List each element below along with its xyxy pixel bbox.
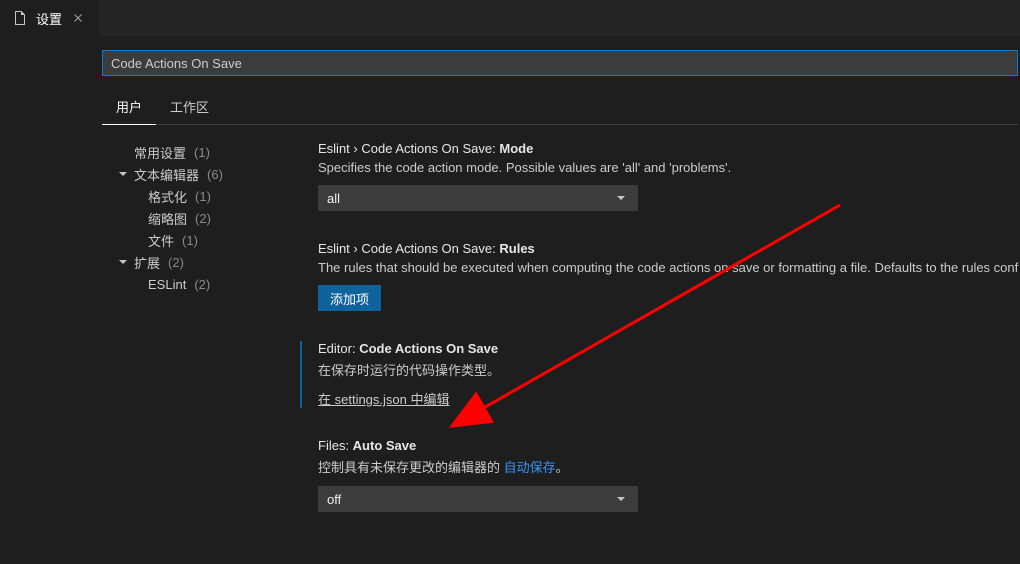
sidebar-item-label: 文件: [148, 231, 174, 250]
sidebar-item-label: 常用设置: [134, 143, 186, 162]
sidebar-item-label: 缩略图: [148, 209, 187, 228]
setting-name: Mode: [499, 141, 533, 156]
settings-search-input[interactable]: [102, 50, 1018, 76]
desc-text: 控制具有未保存更改的编辑器的: [318, 460, 504, 475]
select-eslint-mode[interactable]: all: [318, 185, 638, 211]
edit-in-settings-json-link[interactable]: 在 settings.json 中编辑: [318, 392, 450, 407]
setting-editor-code-actions: Editor: Code Actions On Save 在保存时运行的代码操作…: [318, 341, 1020, 408]
tab-bar-space: [99, 0, 1020, 36]
chevron-down-icon: [116, 168, 130, 180]
setting-title: Eslint › Code Actions On Save: Rules: [318, 241, 1020, 256]
close-icon[interactable]: [70, 10, 86, 26]
sidebar-item-count: (2): [168, 255, 184, 270]
file-icon: [12, 10, 28, 26]
select-value: all: [327, 191, 340, 206]
scope-tabs: 用户 工作区: [102, 90, 1018, 125]
sidebar-item-count: (1): [194, 145, 210, 160]
sidebar-item-text-editor[interactable]: 文本编辑器 (6): [102, 163, 284, 185]
sidebar-item-label: 扩展: [134, 253, 160, 272]
tab-settings[interactable]: 设置: [0, 0, 99, 36]
setting-scope: Editor:: [318, 341, 359, 356]
sidebar-item-count: (2): [195, 211, 211, 226]
sidebar-item-count: (2): [194, 277, 210, 292]
setting-scope: Eslint › Code Actions On Save:: [318, 241, 499, 256]
sidebar-item-label: ESLint: [148, 277, 186, 292]
setting-name: Auto Save: [353, 438, 417, 453]
sidebar-item-count: (6): [207, 167, 223, 182]
select-value: off: [327, 492, 341, 507]
select-auto-save[interactable]: off: [318, 486, 638, 512]
add-item-button[interactable]: 添加项: [318, 285, 381, 311]
setting-title: Eslint › Code Actions On Save: Mode: [318, 141, 1020, 156]
scope-tab-workspace[interactable]: 工作区: [156, 91, 223, 125]
chevron-down-icon: [116, 256, 130, 268]
setting-description: Specifies the code action mode. Possible…: [318, 160, 1020, 175]
setting-eslint-rules: Eslint › Code Actions On Save: Rules The…: [318, 241, 1020, 311]
setting-scope: Files:: [318, 438, 353, 453]
setting-name: Rules: [499, 241, 534, 256]
sidebar-item-formatting[interactable]: 格式化 (1): [102, 185, 284, 207]
setting-files-auto-save: Files: Auto Save 控制具有未保存更改的编辑器的 自动保存。 of…: [318, 438, 1020, 512]
chevron-down-icon: [613, 491, 629, 507]
modified-indicator: [300, 341, 302, 408]
sidebar-item-count: (1): [195, 189, 211, 204]
sidebar-item-common[interactable]: 常用设置 (1): [102, 141, 284, 163]
setting-description: The rules that should be executed when c…: [318, 260, 1020, 275]
setting-description: 控制具有未保存更改的编辑器的 自动保存。: [318, 457, 1020, 476]
desc-text: 。: [556, 460, 569, 475]
setting-description: 在保存时运行的代码操作类型。: [318, 360, 1020, 379]
sidebar-item-files[interactable]: 文件 (1): [102, 229, 284, 251]
tab-label: 设置: [36, 9, 62, 28]
sidebar-item-eslint[interactable]: ESLint (2): [102, 273, 284, 295]
auto-save-link[interactable]: 自动保存: [504, 460, 556, 475]
chevron-down-icon: [613, 190, 629, 206]
sidebar-item-extensions[interactable]: 扩展 (2): [102, 251, 284, 273]
setting-eslint-mode: Eslint › Code Actions On Save: Mode Spec…: [318, 141, 1020, 211]
setting-name: Code Actions On Save: [359, 341, 498, 356]
setting-scope: Eslint › Code Actions On Save:: [318, 141, 499, 156]
sidebar-item-minimap[interactable]: 缩略图 (2): [102, 207, 284, 229]
settings-sidebar: 常用设置 (1) 文本编辑器 (6) 格式化 (1) 缩略图 (2) 文件 (1…: [0, 141, 284, 564]
sidebar-item-count: (1): [182, 233, 198, 248]
setting-title: Files: Auto Save: [318, 438, 1020, 453]
settings-list: Eslint › Code Actions On Save: Mode Spec…: [284, 141, 1020, 564]
sidebar-item-label: 文本编辑器: [134, 165, 199, 184]
sidebar-item-label: 格式化: [148, 187, 187, 206]
title-bar: 设置: [0, 0, 1020, 36]
setting-title: Editor: Code Actions On Save: [318, 341, 1020, 356]
scope-tab-user[interactable]: 用户: [102, 91, 156, 125]
